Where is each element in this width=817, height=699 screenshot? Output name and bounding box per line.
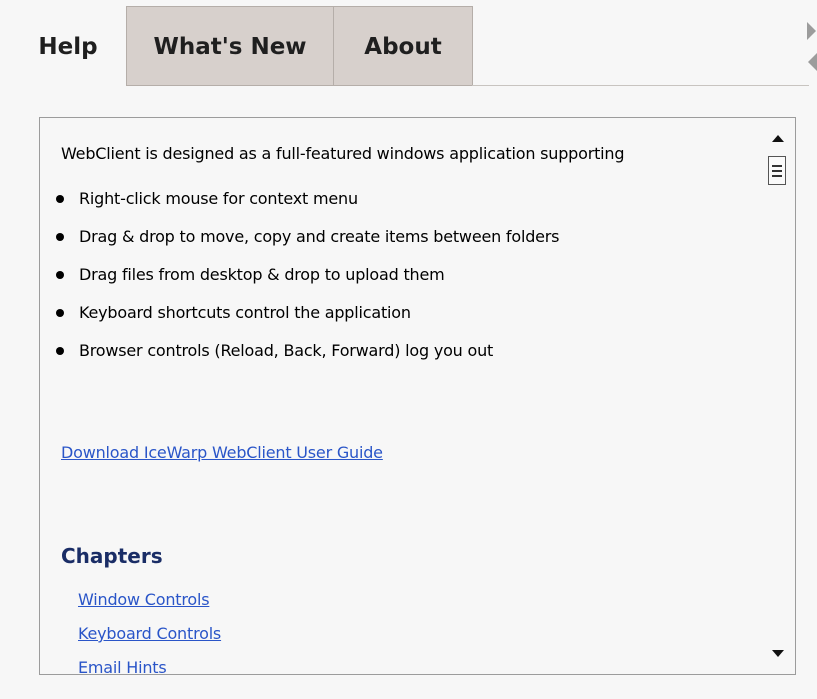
chapters-heading: Chapters — [61, 544, 163, 568]
chapters-list: Window Controls Keyboard Controls Email … — [78, 590, 221, 674]
chapter-link-window-controls[interactable]: Window Controls — [78, 590, 221, 624]
feature-list: Right-click mouse for context menu Drag … — [56, 180, 560, 370]
tab-bar-divider — [472, 85, 809, 86]
list-item: Browser controls (Reload, Back, Forward)… — [56, 332, 559, 370]
bullet-icon — [56, 233, 64, 241]
list-item: Drag files from desktop & drop to upload… — [56, 256, 559, 294]
list-item: Keyboard shortcuts control the applicati… — [56, 294, 559, 332]
tab-help[interactable]: Help — [9, 6, 127, 86]
bullet-icon — [56, 195, 64, 203]
bullet-icon — [56, 347, 64, 355]
bullet-icon — [56, 271, 64, 279]
help-content: WebClient is designed as a full-featured… — [40, 118, 761, 674]
help-panel: WebClient is designed as a full-featured… — [39, 117, 796, 675]
tab-bar: Help What's New About — [9, 6, 809, 86]
tab-whats-new[interactable]: What's New — [126, 6, 334, 86]
scroll-tabs-right-icon[interactable] — [807, 22, 816, 40]
scroll-down-icon[interactable] — [772, 650, 784, 657]
tab-about[interactable]: About — [333, 6, 473, 86]
bullet-icon — [56, 309, 64, 317]
intro-text: WebClient is designed as a full-featured… — [61, 144, 625, 163]
list-item: Drag & drop to move, copy and create ite… — [56, 218, 560, 256]
download-guide-link[interactable]: Download IceWarp WebClient User Guide — [61, 443, 383, 462]
chapter-link-keyboard-controls[interactable]: Keyboard Controls — [78, 624, 221, 658]
chapter-link-email-hints[interactable]: Email Hints — [78, 658, 221, 674]
vertical-scrollbar[interactable] — [761, 118, 795, 674]
scroll-up-icon[interactable] — [772, 135, 784, 142]
scrollbar-thumb[interactable] — [768, 156, 786, 185]
scroll-tabs-left-icon[interactable] — [808, 53, 817, 71]
list-item: Right-click mouse for context menu — [56, 180, 559, 218]
